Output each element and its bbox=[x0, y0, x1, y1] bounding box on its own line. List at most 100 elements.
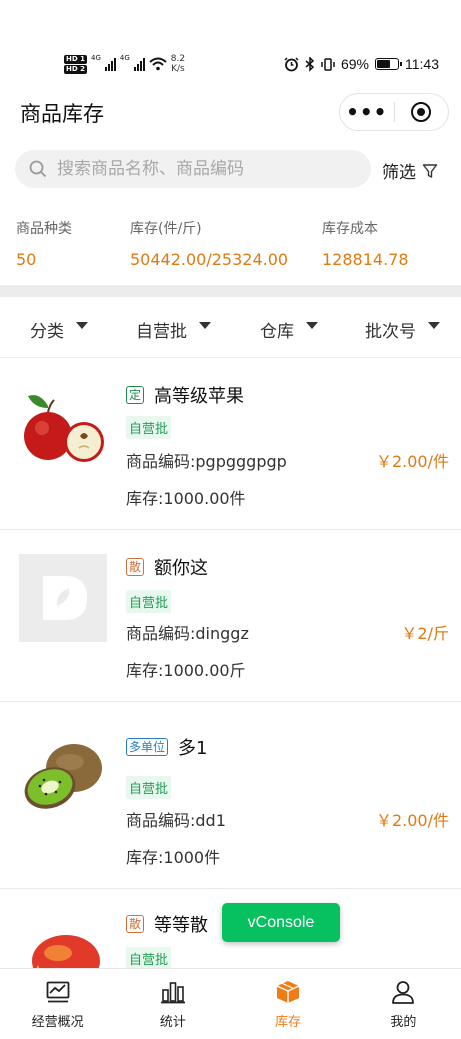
product-item[interactable]: 多单位 多1 自营批 商品编码:dd1 ￥2.00/件 库存:1000件 bbox=[0, 702, 461, 889]
caret-down-icon bbox=[428, 322, 440, 329]
product-name: 等等散 bbox=[154, 915, 209, 936]
stat-value: 128814.78 bbox=[322, 250, 409, 269]
search-input[interactable] bbox=[57, 159, 347, 179]
product-price: ￥2.00/件 bbox=[375, 811, 449, 830]
stat-value: 50 bbox=[16, 250, 37, 269]
section-divider bbox=[0, 285, 461, 297]
box-icon bbox=[276, 981, 300, 1003]
product-stock: 库存:1000.00件 bbox=[126, 489, 246, 508]
product-type-tag: 多单位 bbox=[126, 738, 169, 756]
product-type-tag: 定 bbox=[126, 386, 145, 404]
alarm-icon bbox=[284, 56, 299, 71]
kiwi-image bbox=[24, 744, 102, 809]
bar-chart-icon bbox=[160, 982, 185, 1004]
vconsole-button[interactable]: vConsole bbox=[222, 903, 340, 942]
product-name: 额你这 bbox=[154, 558, 209, 579]
dropdown-batch-type[interactable]: 自营批 bbox=[136, 317, 211, 342]
stat-label: 库存(件/斤) bbox=[130, 221, 202, 237]
tab-statistics[interactable]: 统计 bbox=[115, 969, 230, 1039]
hd1-badge: HD 1 bbox=[64, 54, 87, 64]
close-miniprogram-button[interactable] bbox=[394, 102, 448, 122]
bluetooth-icon bbox=[305, 56, 315, 72]
tab-label: 我的 bbox=[390, 1015, 417, 1030]
net-speed: 8.2 K/s bbox=[171, 54, 185, 74]
search-icon bbox=[29, 160, 47, 178]
dropdown-label: 分类 bbox=[30, 322, 64, 342]
product-price: ￥2/斤 bbox=[401, 624, 449, 643]
tab-label: 库存 bbox=[275, 1015, 302, 1030]
screen: HD 1 HD 2 4G 4G 8.2 K/s 69% 11:43 商品库存 •… bbox=[0, 0, 461, 1039]
product-code: 商品编码:dd1 bbox=[126, 811, 226, 830]
clock: 11:43 bbox=[405, 56, 439, 72]
product-name-row: 多单位 多1 bbox=[126, 734, 207, 760]
funnel-icon bbox=[422, 163, 438, 178]
tab-profile[interactable]: 我的 bbox=[346, 969, 461, 1039]
dropdown-batch-number[interactable]: 批次号 bbox=[365, 317, 440, 342]
dropdown-category[interactable]: 分类 bbox=[30, 317, 88, 342]
battery-level bbox=[377, 60, 391, 68]
batch-badge: 自营批 bbox=[126, 947, 172, 970]
product-name-row: 散 额你这 bbox=[126, 554, 208, 580]
status-bar: HD 1 HD 2 4G 4G 8.2 K/s 69% 11:43 bbox=[0, 52, 461, 82]
stat-label: 商品种类 bbox=[16, 221, 72, 237]
miniprogram-capsule: ••• bbox=[339, 93, 449, 131]
filter-label: 筛选 bbox=[382, 163, 416, 183]
search-bar[interactable] bbox=[15, 150, 371, 188]
product-name: 高等级苹果 bbox=[154, 386, 245, 407]
caret-down-icon bbox=[76, 322, 88, 329]
stat-stock: 库存(件/斤) 50442.00/25324.00 bbox=[130, 218, 288, 269]
nav-header: 商品库存 ••• bbox=[0, 92, 461, 132]
product-name-row: 定 高等级苹果 bbox=[126, 382, 244, 408]
product-name: 多1 bbox=[178, 738, 208, 759]
wifi-icon bbox=[149, 57, 167, 71]
tab-inventory[interactable]: 库存 bbox=[231, 969, 346, 1039]
page-title: 商品库存 bbox=[20, 102, 104, 126]
product-type-tag: 散 bbox=[126, 558, 145, 576]
net-speed-value: 8.2 bbox=[170, 54, 186, 64]
stat-category-count: 商品种类 50 bbox=[16, 218, 72, 269]
user-icon bbox=[392, 981, 415, 1004]
signal2-icon bbox=[133, 57, 145, 71]
battery-percent: 69% bbox=[340, 56, 369, 72]
tab-label: 统计 bbox=[159, 1015, 186, 1030]
product-name-row: 散 等等散 bbox=[126, 911, 208, 937]
filter-dropdowns: 分类 自营批 仓库 批次号 bbox=[0, 298, 461, 358]
target-icon bbox=[411, 102, 432, 122]
placeholder-logo-image bbox=[19, 554, 107, 642]
product-item[interactable]: 散 额你这 自营批 商品编码:dinggz ￥2/斤 库存:1000.00斤 bbox=[0, 530, 461, 702]
vibrate-icon bbox=[321, 57, 335, 71]
product-code: 商品编码:dinggz bbox=[126, 624, 249, 643]
dropdown-label: 批次号 bbox=[365, 322, 416, 342]
status-right: 69% 11:43 bbox=[284, 56, 439, 72]
dropdown-label: 仓库 bbox=[260, 322, 294, 342]
hd2-badge: HD 2 bbox=[64, 64, 87, 74]
more-button[interactable]: ••• bbox=[340, 102, 394, 122]
apple-image bbox=[24, 395, 104, 462]
net1-label: 4G bbox=[90, 54, 101, 62]
signal-icon bbox=[104, 57, 116, 71]
stats-summary: 商品种类 50 库存(件/斤) 50442.00/25324.00 库存成本 1… bbox=[0, 218, 461, 278]
batch-badge: 自营批 bbox=[126, 416, 172, 439]
tab-overview[interactable]: 经营概况 bbox=[0, 969, 115, 1039]
batch-badge: 自营批 bbox=[126, 776, 172, 799]
stat-value: 50442.00/25324.00 bbox=[130, 250, 289, 269]
caret-down-icon bbox=[306, 322, 318, 329]
tab-bar: 经营概况 统计 库存 我的 bbox=[0, 968, 461, 1039]
filter-button[interactable]: 筛选 bbox=[382, 158, 438, 183]
stat-cost: 库存成本 128814.78 bbox=[322, 218, 409, 269]
hd-badges: HD 1 HD 2 bbox=[64, 54, 87, 74]
net2-label: 4G bbox=[119, 54, 130, 62]
dropdown-label: 自营批 bbox=[136, 322, 187, 342]
caret-down-icon bbox=[199, 322, 211, 329]
product-stock: 库存:1000件 bbox=[126, 848, 221, 867]
stat-label: 库存成本 bbox=[322, 221, 378, 237]
batch-badge: 自营批 bbox=[126, 590, 172, 613]
status-left: HD 1 HD 2 4G 4G 8.2 K/s bbox=[64, 54, 185, 74]
chart-icon bbox=[46, 981, 70, 1003]
product-stock: 库存:1000.00斤 bbox=[126, 661, 246, 680]
product-type-tag: 散 bbox=[126, 915, 145, 933]
product-price: ￥2.00/件 bbox=[375, 452, 449, 471]
product-code: 商品编码:pgpgggpgp bbox=[126, 452, 287, 471]
product-item[interactable]: 定 高等级苹果 自营批 商品编码:pgpgggpgp ￥2.00/件 库存:10… bbox=[0, 358, 461, 530]
dropdown-warehouse[interactable]: 仓库 bbox=[260, 317, 318, 342]
